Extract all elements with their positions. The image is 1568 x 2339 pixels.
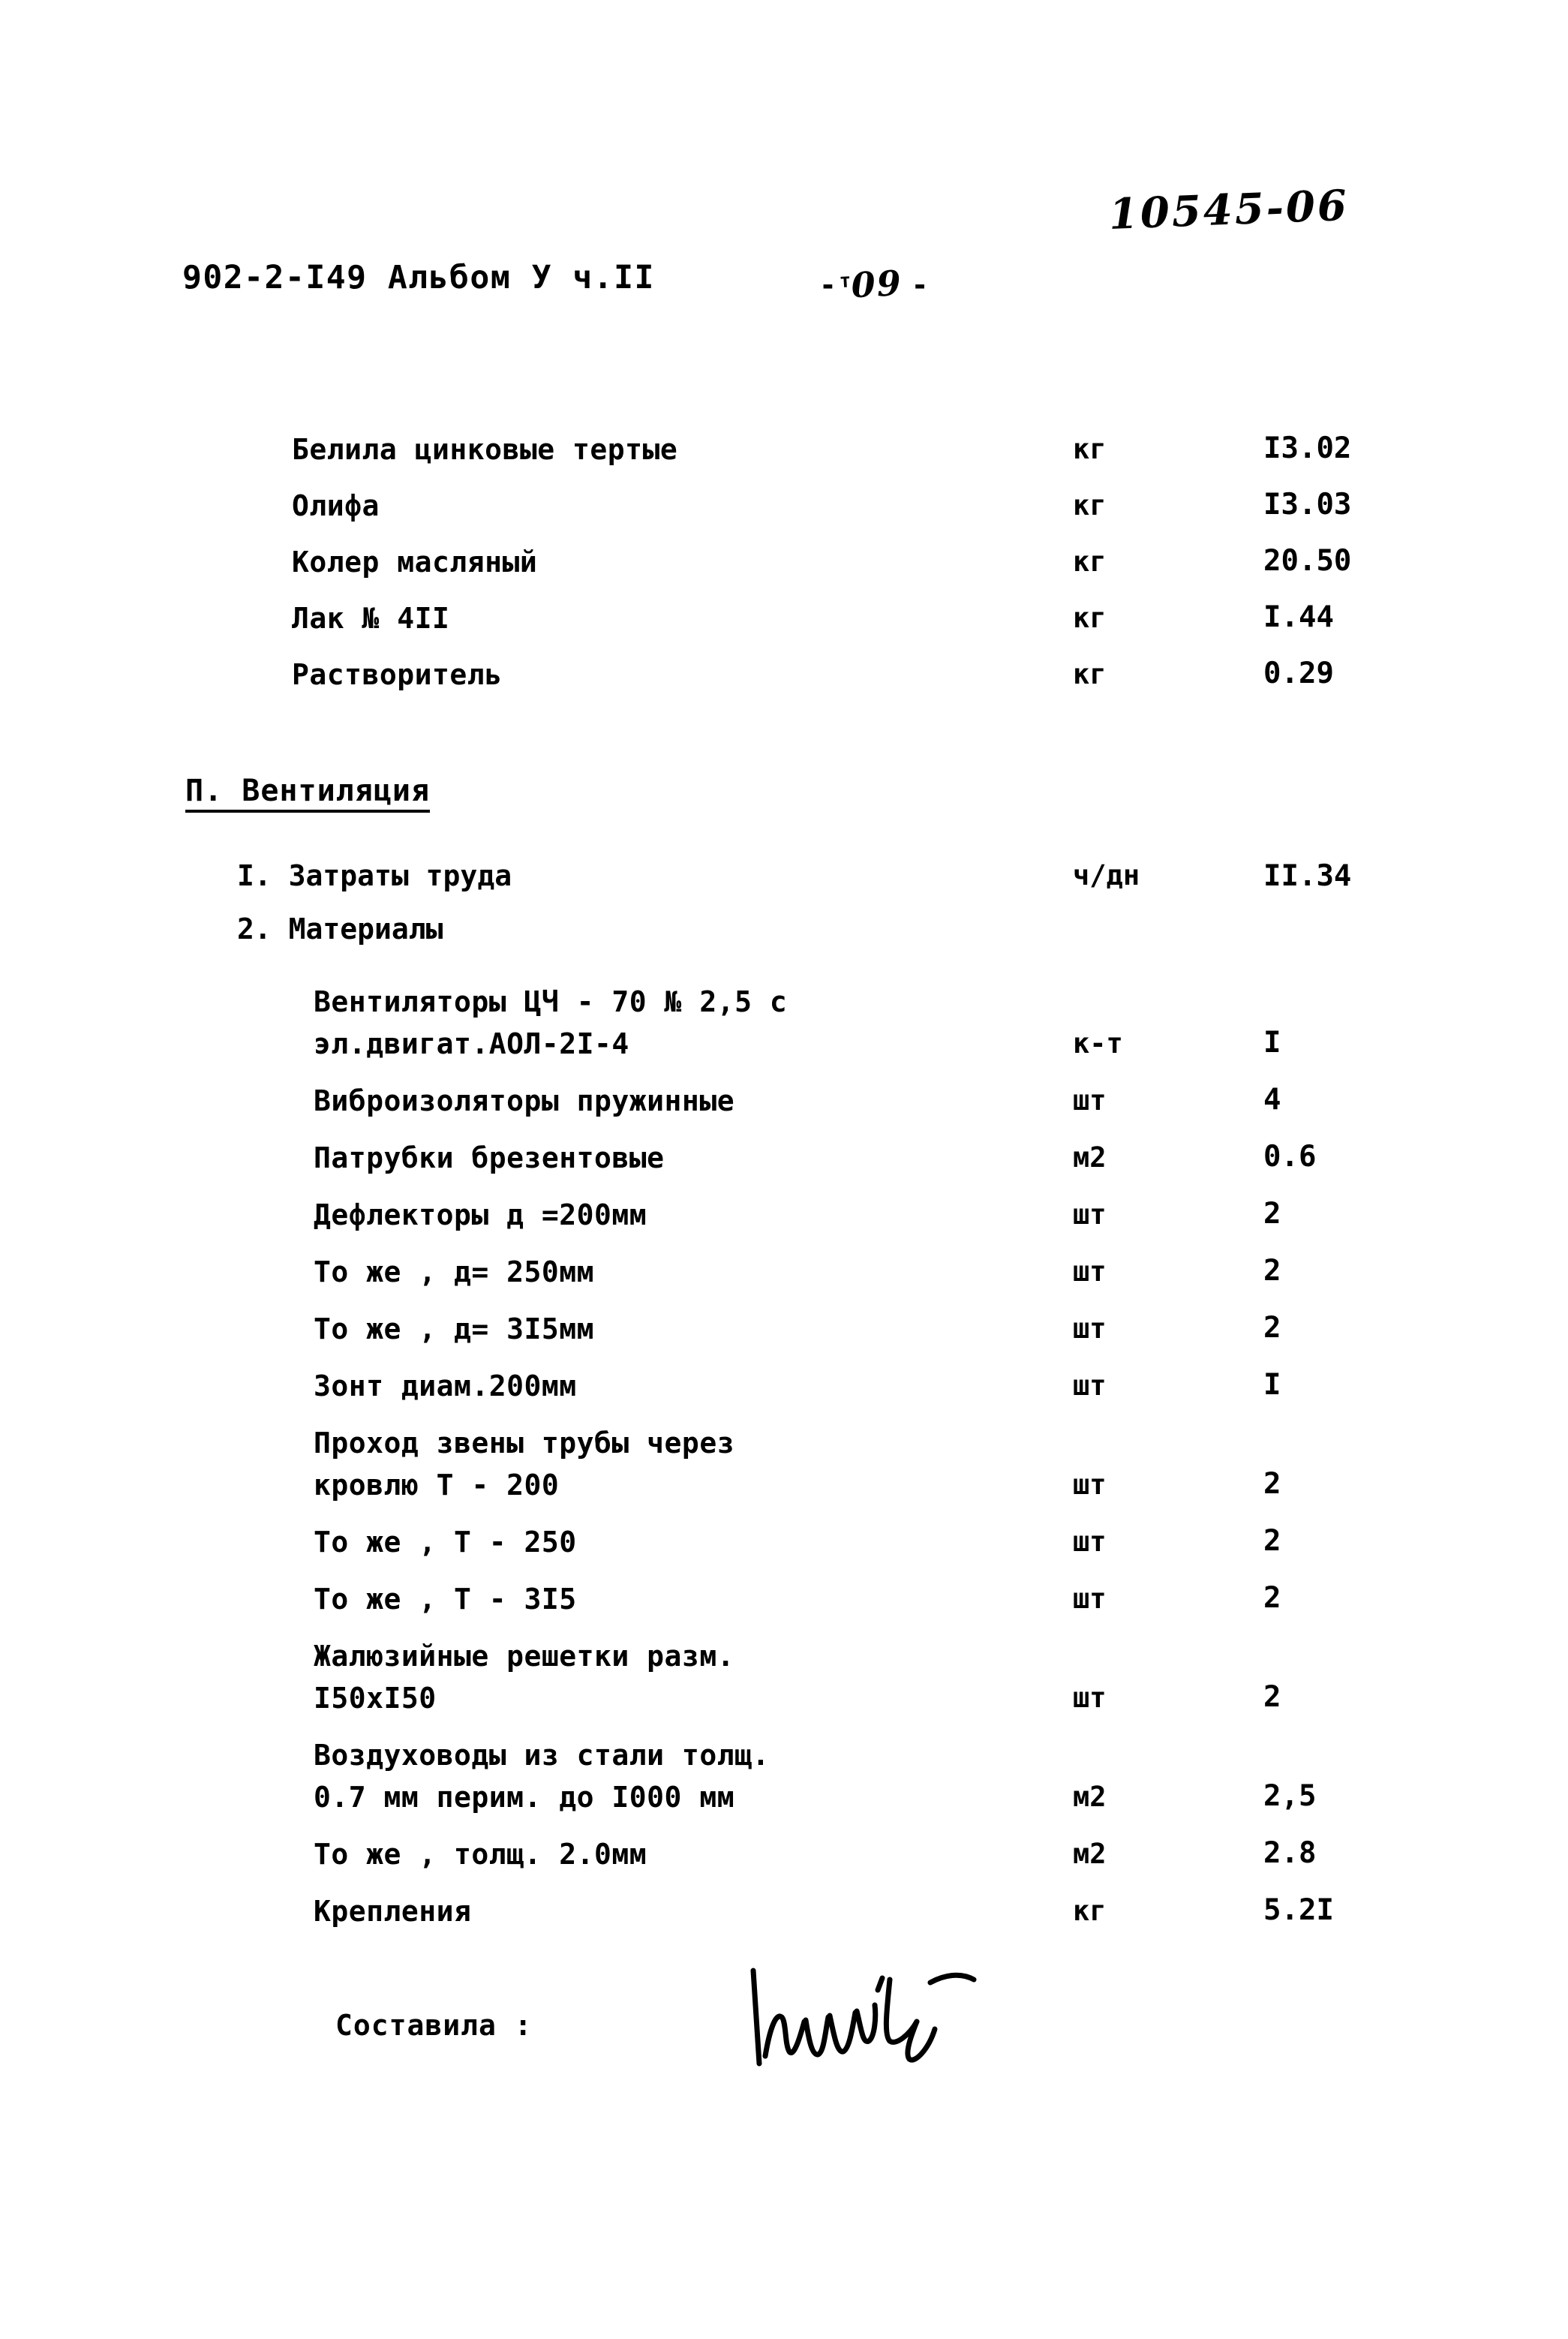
item-unit: кг <box>1073 489 1107 522</box>
item-unit: шт <box>1073 1084 1107 1117</box>
item-value: 2.8 <box>1263 1836 1317 1870</box>
handwritten-signature <box>743 1957 983 2070</box>
item-name: Патрубки брезентовые <box>314 1141 665 1174</box>
page-number-dash-right: - <box>911 269 929 302</box>
materials-number: 2. <box>237 912 272 946</box>
item-value: I <box>1263 1026 1281 1060</box>
page-number-block: - т09- <box>819 263 929 306</box>
item-value: I3.03 <box>1263 488 1352 522</box>
section-heading-ventilation: П. Вентиляция <box>185 774 431 813</box>
item-value: 0.6 <box>1263 1140 1317 1174</box>
item-name: Растворитель <box>292 658 503 691</box>
item-value: 5.2I <box>1263 1893 1334 1927</box>
item-unit: кг <box>1073 433 1107 465</box>
item-unit: кг <box>1073 602 1107 634</box>
item-unit: шт <box>1073 1255 1107 1288</box>
item-value: 2 <box>1263 1197 1281 1231</box>
page-number-value: т09 <box>839 263 903 306</box>
item-unit: шт <box>1073 1198 1107 1231</box>
item-name: Жалюзийные решетки разм. <box>314 1640 735 1673</box>
labor-value: II.34 <box>1263 859 1352 893</box>
item-unit: шт <box>1073 1526 1107 1558</box>
item-unit: м2 <box>1073 1141 1107 1174</box>
item-name-line2: эл.двигат.АОЛ-2I-4 <box>314 1027 629 1060</box>
item-name: То же , Т - 3I5 <box>314 1583 577 1616</box>
materials-name: Материалы <box>288 912 443 946</box>
item-unit: шт <box>1073 1469 1107 1501</box>
item-name: То же , д= 3I5мм <box>314 1312 595 1345</box>
item-value: I3.02 <box>1263 431 1352 465</box>
materials-heading: 2. Материалы <box>237 912 443 946</box>
item-unit: шт <box>1073 1682 1107 1714</box>
item-value: I.44 <box>1263 600 1334 634</box>
item-name-line2: I50xI50 <box>314 1682 437 1715</box>
item-name: То же , толщ. 2.0мм <box>314 1838 647 1871</box>
item-name: Проход звены трубы через <box>314 1427 735 1460</box>
item-unit: к-т <box>1073 1027 1123 1060</box>
item-value: 2 <box>1263 1311 1281 1345</box>
page-number-dash-left: - <box>819 269 837 302</box>
item-unit: кг <box>1073 658 1107 690</box>
item-unit: кг <box>1073 546 1107 578</box>
item-name: Лак № 4II <box>292 602 450 635</box>
item-value: 20.50 <box>1263 544 1352 578</box>
item-value: I <box>1263 1368 1281 1402</box>
item-name: Крепления <box>314 1895 472 1928</box>
item-value: 2 <box>1263 1467 1281 1501</box>
item-name-line2: 0.7 мм перим. до I000 мм <box>314 1781 735 1814</box>
item-unit: м2 <box>1073 1838 1107 1870</box>
document-code: 902-2-I49 Альбом У ч.II <box>182 259 655 296</box>
item-unit: шт <box>1073 1583 1107 1615</box>
item-name: Белила цинковые тертые <box>292 433 678 466</box>
item-unit: кг <box>1073 1895 1107 1927</box>
item-value: 4 <box>1263 1083 1281 1117</box>
labor-unit: ч/дн <box>1073 859 1140 891</box>
signer-label: Составила : <box>335 2009 533 2042</box>
item-value: 2 <box>1263 1524 1281 1558</box>
item-name: То же , Т - 250 <box>314 1526 577 1559</box>
item-value: 0.29 <box>1263 657 1334 690</box>
item-value: 2 <box>1263 1254 1281 1288</box>
labor-item: I. Затраты труда <box>237 859 512 892</box>
archive-stamp-number: 10545-06 <box>1107 180 1350 239</box>
item-unit: шт <box>1073 1369 1107 1402</box>
item-value: 2 <box>1263 1680 1281 1714</box>
item-name: То же , д= 250мм <box>314 1255 595 1288</box>
item-unit: м2 <box>1073 1781 1107 1813</box>
labor-number: I. <box>237 859 272 892</box>
labor-name: Затраты труда <box>288 859 512 892</box>
item-name: Зонт диам.200мм <box>314 1369 577 1402</box>
item-name: Воздуховоды из стали толщ. <box>314 1739 770 1772</box>
item-name: Вентиляторы ЦЧ - 70 № 2,5 с <box>314 985 788 1018</box>
item-value: 2,5 <box>1263 1779 1317 1813</box>
item-name: Олифа <box>292 489 380 522</box>
item-value: 2 <box>1263 1581 1281 1615</box>
item-name: Колер масляный <box>292 546 538 579</box>
item-name: Виброизоляторы пружинные <box>314 1084 735 1117</box>
item-name: Дефлекторы д =200мм <box>314 1198 647 1231</box>
page-number-prefix: т <box>838 269 852 293</box>
page-number-digits: 09 <box>850 262 903 306</box>
document-page: 10545-06 902-2-I49 Альбом У ч.II - т09- Б… <box>0 0 1568 2339</box>
item-unit: шт <box>1073 1312 1107 1345</box>
item-name-line2: кровлю Т - 200 <box>314 1469 560 1502</box>
